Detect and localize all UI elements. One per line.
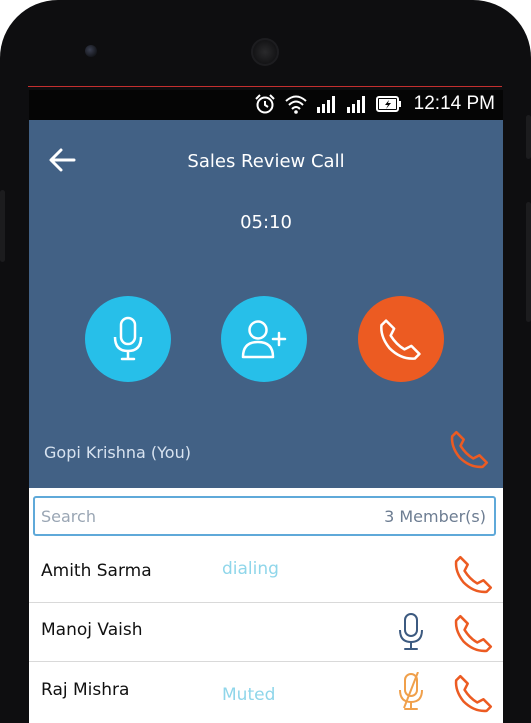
participant-row: Raj Mishra Muted <box>29 663 503 721</box>
microphone-icon <box>113 316 143 361</box>
front-camera <box>85 45 97 57</box>
earpiece-speaker <box>251 38 279 66</box>
phone-handset-icon <box>450 430 489 469</box>
signal-icon <box>316 96 335 113</box>
microphone-muted-icon <box>399 671 423 710</box>
power-button <box>526 115 531 159</box>
status-icons: 12:14 PM <box>254 93 495 115</box>
participant-mic-button[interactable] <box>396 671 426 712</box>
participant-status: Muted <box>222 685 276 705</box>
wifi-icon <box>285 95 307 114</box>
signal-icon <box>346 96 365 113</box>
member-count: 3 Member(s) <box>384 507 486 526</box>
alarm-icon <box>254 94 275 114</box>
notification-led-line <box>28 86 502 87</box>
phone-handset-icon <box>454 614 493 653</box>
participant-name: Amith Sarma <box>41 561 152 581</box>
volume-button <box>0 190 5 262</box>
phone-frame: 12:14 PM Sales Review Call 05:10 Gopi Kr… <box>0 0 531 723</box>
add-participant-button[interactable] <box>221 296 307 382</box>
disconnect-participant-button[interactable] <box>453 612 495 654</box>
participant-status: dialing <box>222 559 279 579</box>
disconnect-participant-button[interactable] <box>453 553 495 595</box>
phone-handset-icon <box>454 674 493 713</box>
disconnect-participant-button[interactable] <box>453 672 495 714</box>
call-timer: 05:10 <box>240 212 292 233</box>
self-leave-button[interactable] <box>449 428 491 470</box>
search-bar: 3 Member(s) <box>33 496 496 536</box>
end-call-button[interactable] <box>358 296 444 382</box>
phone-handset-icon <box>380 319 421 360</box>
participant-row: Amith Sarma dialing <box>29 544 503 603</box>
self-participant-name: Gopi Krishna (You) <box>44 443 191 462</box>
participant-mic-button[interactable] <box>396 612 426 652</box>
microphone-icon <box>399 613 423 650</box>
call-panel: Sales Review Call 05:10 Gopi Krishna (Yo… <box>29 120 503 488</box>
participant-name: Manoj Vaish <box>41 620 143 640</box>
add-user-icon <box>241 320 287 359</box>
search-input[interactable] <box>41 504 291 528</box>
status-bar: 12:14 PM <box>29 90 503 120</box>
call-title: Sales Review Call <box>187 151 345 172</box>
side-button <box>526 202 531 322</box>
participant-row: Manoj Vaish <box>29 603 503 662</box>
battery-charging-icon <box>375 96 401 112</box>
mute-button[interactable] <box>85 296 171 382</box>
phone-handset-icon <box>454 555 493 594</box>
phone-screen: 12:14 PM Sales Review Call 05:10 Gopi Kr… <box>29 90 503 723</box>
status-time: 12:14 PM <box>413 93 495 114</box>
participant-name: Raj Mishra <box>41 680 130 700</box>
